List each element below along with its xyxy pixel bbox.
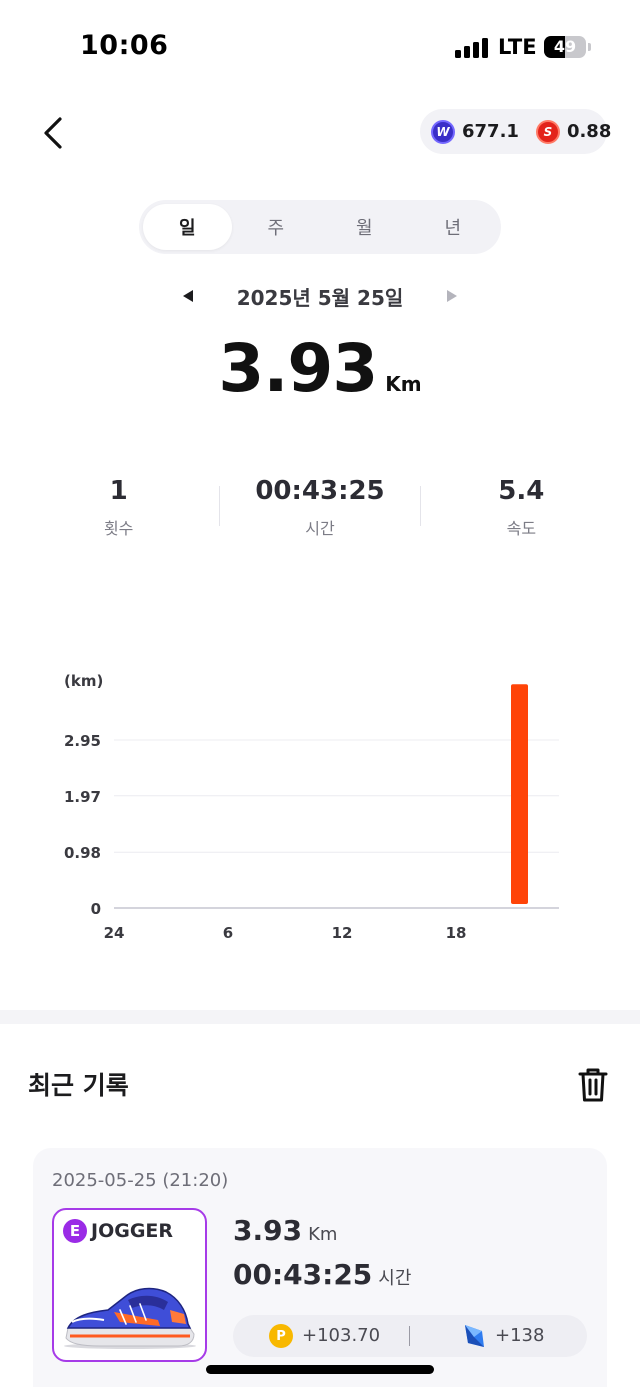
w-token-icon: W (431, 119, 455, 144)
period-tabs: 일 주 월 년 (139, 200, 501, 254)
y-tick-label: 0.98 (64, 844, 101, 862)
w-token: W 677.1 (431, 119, 519, 144)
w-token-balance: 677.1 (462, 121, 519, 142)
distance-bar-chart: (km) 2.95 1.97 0.98 024 6 12 18 (64, 672, 559, 942)
stat-count-label: 횟수 (103, 519, 134, 538)
stat-count-value: 1 (109, 476, 128, 506)
shoe-name: JOGGER (91, 1220, 174, 1242)
tab-day[interactable]: 일 (143, 204, 232, 250)
trash-icon (578, 1068, 608, 1102)
stat-speed-label: 속도 (506, 519, 537, 538)
battery-level: 49 (553, 37, 577, 56)
triangle-left-icon (183, 290, 193, 302)
blue-gem-icon (465, 1325, 484, 1347)
signal-icon (455, 38, 489, 58)
status-bar: 10:06 LTE 49 (0, 0, 640, 96)
date-navigator: 2025년 5월 25일 (0, 280, 640, 312)
stat-count: 1 횟수 (18, 476, 219, 546)
chevron-left-icon (44, 117, 62, 149)
stats-row: 1 횟수 00:43:25 시간 5.4 속도 (18, 476, 622, 546)
reward-gems: +138 (495, 1325, 545, 1346)
stat-time: 00:43:25 시간 (219, 476, 421, 546)
x-tick-label: 24 (104, 924, 125, 942)
battery-icon: 49 (544, 36, 586, 58)
stat-time-value: 00:43:25 (255, 476, 385, 506)
status-time: 10:06 (80, 30, 169, 61)
triangle-right-icon (447, 290, 457, 302)
total-distance-value: 3.93 (218, 330, 378, 407)
run-record-card[interactable]: 2025-05-25 (21:20) E JOGGER 3.93 Km 00:43… (33, 1148, 607, 1387)
s-token: S 0.88 (535, 119, 612, 144)
tab-week[interactable]: 주 (232, 204, 321, 250)
p-coin-icon: P (269, 1324, 293, 1348)
delete-records-button[interactable] (572, 1064, 614, 1106)
record-distance: 3.93 Km (233, 1214, 337, 1247)
y-tick-label: 0 (91, 900, 101, 918)
chart-bar (511, 684, 528, 904)
battery-cap (588, 43, 591, 51)
section-divider (0, 1010, 640, 1024)
previous-date-button[interactable] (176, 284, 200, 308)
x-tick-label: 12 (332, 924, 353, 942)
home-indicator (206, 1365, 434, 1374)
record-distance-unit: Km (308, 1224, 338, 1245)
record-duration: 00:43:25 시간 (233, 1258, 411, 1291)
shoe-card[interactable]: E JOGGER (52, 1208, 207, 1362)
y-tick-label: 1.97 (64, 788, 101, 806)
y-axis-label: (km) (64, 672, 103, 690)
record-duration-label: 시간 (378, 1268, 412, 1289)
shoe-grade-badge: E (63, 1219, 87, 1243)
wallet-balance[interactable]: W 677.1 S 0.88 (420, 109, 611, 154)
back-button[interactable] (30, 110, 76, 156)
x-tick-label: 6 (223, 924, 233, 942)
record-duration-value: 00:43:25 (233, 1258, 373, 1291)
reward-summary: P +103.70 +138 (233, 1315, 587, 1357)
total-distance-unit: Km (385, 372, 422, 396)
s-token-balance: 0.88 (566, 121, 612, 142)
stat-divider (219, 486, 221, 526)
reward-points: +103.70 (302, 1325, 381, 1346)
stat-speed-value: 5.4 (498, 476, 545, 506)
s-token-icon: S (535, 119, 560, 144)
running-shoe-icon (64, 1287, 196, 1349)
recent-records-title: 최근 기록 (28, 1071, 129, 1100)
current-date: 2025년 5월 25일 (236, 286, 404, 310)
record-datetime: 2025-05-25 (21:20) (52, 1170, 229, 1191)
reward-divider (409, 1326, 410, 1346)
distance-chart: (km) 2.95 1.97 0.98 0 24 6 12 18 (0, 660, 640, 960)
record-distance-value: 3.93 (233, 1214, 303, 1247)
tab-year[interactable]: 년 (409, 204, 498, 250)
y-tick-label: 2.95 (64, 732, 101, 750)
network-type: LTE (498, 35, 537, 59)
tab-month[interactable]: 월 (320, 204, 409, 250)
total-distance: 3.93 Km (0, 330, 640, 407)
stat-speed: 5.4 속도 (421, 476, 622, 546)
next-date-button[interactable] (440, 284, 464, 308)
stat-time-label: 시간 (305, 519, 335, 538)
x-tick-label: 18 (446, 924, 467, 942)
